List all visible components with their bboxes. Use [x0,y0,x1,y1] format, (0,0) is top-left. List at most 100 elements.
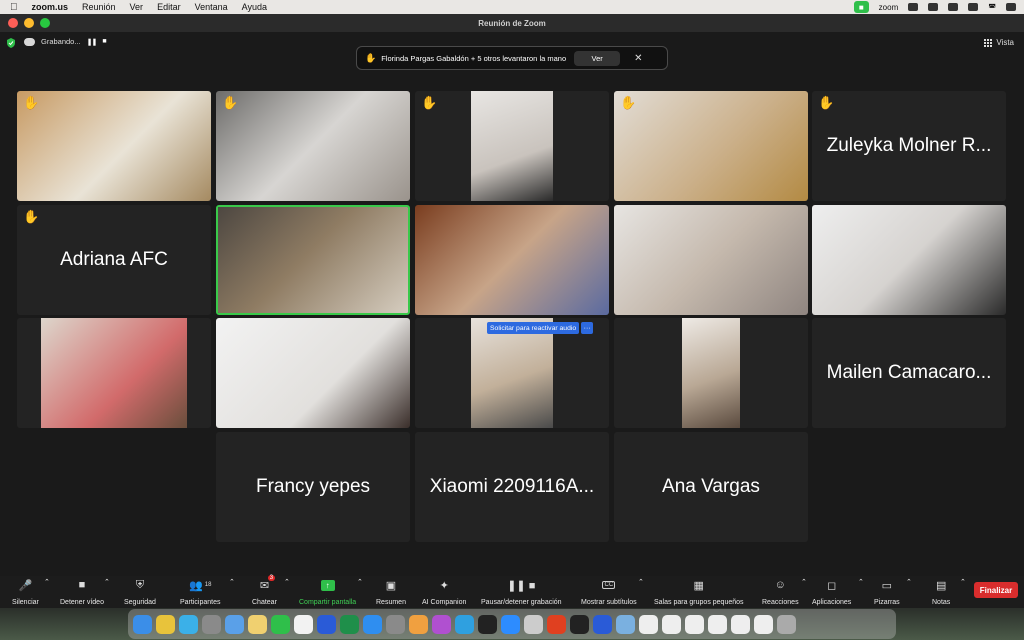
participant-tile[interactable] [415,205,609,315]
docs5-icon[interactable] [731,614,750,634]
docs6-icon[interactable] [754,614,773,634]
menu-ver[interactable]: Ver [130,2,144,12]
close-icon[interactable]: ✕ [634,53,642,64]
status-icon[interactable] [948,3,959,11]
participant-tile[interactable] [614,318,808,428]
podcasts-icon[interactable] [432,614,451,634]
breakout-rooms-button[interactable]: ▦ Salas para grupos pequeños [654,578,744,607]
summary-button[interactable]: ▣ Resumen [376,578,406,607]
participant-tile[interactable]: ✋ [614,91,808,201]
zoom-icon[interactable] [501,614,520,634]
security-shield-icon[interactable] [6,38,16,48]
participant-tile[interactable]: Francy yepes [216,432,410,542]
reactions-chevron-icon[interactable]: ⌃ [801,578,807,586]
more-options-button[interactable]: ··· [581,322,594,334]
safari-icon[interactable] [179,614,198,634]
camera-status-icon[interactable]: ■ [853,1,869,13]
trash-icon[interactable] [777,614,796,634]
settings-icon[interactable] [386,614,405,634]
mail-icon[interactable] [225,614,244,634]
whiteboards-button[interactable]: ▭ Pizarras [874,578,900,607]
launchpad-icon[interactable] [202,614,221,634]
notes-button[interactable]: ▤ Notas [932,578,950,607]
chat-chevron-icon[interactable]: ⌃ [284,578,290,586]
participant-tile[interactable]: Zuleyka Molner R... ✋ [812,91,1006,201]
chat-button[interactable]: ✉ 3 Chatear [252,575,277,606]
captions-chevron-icon[interactable]: ⌃ [638,578,644,586]
reactions-button[interactable]: ☺ Reacciones [762,578,799,606]
finder-icon[interactable] [133,614,152,634]
video-options-chevron-icon[interactable]: ⌃ [104,578,110,586]
participant-tile[interactable]: Ana Vargas [614,432,808,542]
photos-icon[interactable] [409,614,428,634]
calendar-icon[interactable] [294,614,313,634]
docs3-icon[interactable] [685,614,704,634]
notes-icon[interactable] [248,614,267,634]
participants-chevron-icon[interactable]: ⌃ [229,578,235,586]
docs1-icon[interactable] [639,614,658,634]
request-unmute-control[interactable]: Solicitar para reactivar audio ··· [487,322,594,334]
participant-tile[interactable]: ✋ [216,91,410,201]
participant-tile[interactable]: Xiaomi 2209116A... [415,432,609,542]
view-raised-hands-button[interactable]: Ver [574,50,621,66]
participant-tile[interactable]: Mailen Camacaro... [812,318,1006,428]
search-icon[interactable] [524,614,543,634]
preview-icon[interactable] [616,614,635,634]
appstore-icon[interactable] [363,614,382,634]
security-button[interactable]: ⛨ Seguridad [124,578,156,607]
word-blue-icon[interactable] [317,614,336,634]
word-icon[interactable] [593,614,612,634]
share-screen-button[interactable]: ↑ Compartir pantalla [299,578,356,606]
participant-tile[interactable] [812,205,1006,315]
minimize-window-button[interactable] [24,18,34,28]
participant-tile[interactable] [216,318,410,428]
audio-options-chevron-icon[interactable]: ⌃ [44,578,50,586]
zoom-status-label[interactable]: zoom [879,3,899,12]
tv-icon[interactable] [478,614,497,634]
menu-ayuda[interactable]: Ayuda [242,2,267,12]
apps-button[interactable]: ◻ Aplicaciones [812,578,851,607]
ai-companion-button[interactable]: ✦ AI Companion [422,578,466,607]
participant-tile[interactable]: Adriana AFC ✋ [17,205,211,315]
wifi-icon[interactable]: ◚ [988,3,996,12]
menu-ventana[interactable]: Ventana [195,2,228,12]
battery-icon[interactable] [968,3,979,11]
participant-tile[interactable]: ✋ [415,91,609,201]
participant-tile[interactable] [216,205,410,315]
share-chevron-icon[interactable]: ⌃ [357,578,363,586]
stop-recording-icon[interactable]: ■ [102,38,106,45]
maximize-window-button[interactable] [40,18,50,28]
apps-chevron-icon[interactable]: ⌃ [858,578,864,586]
participants-button[interactable]: 👥 18 Participantes [180,578,220,607]
whiteboards-chevron-icon[interactable]: ⌃ [906,578,912,586]
participant-tile[interactable] [614,205,808,315]
docs2-icon[interactable] [662,614,681,634]
recording-indicator[interactable]: Grabando... ❚❚ ■ [24,37,107,46]
telegram-icon[interactable] [455,614,474,634]
capcut-icon[interactable] [570,614,589,634]
notes-chevron-icon[interactable]: ⌃ [960,578,966,586]
apple-menu-icon[interactable]:  [10,2,18,13]
chrome-icon[interactable] [156,614,175,634]
office-icon[interactable] [547,614,566,634]
pause-recording-icon[interactable]: ❚❚ [87,38,98,46]
view-button[interactable]: Vista [984,38,1014,47]
mute-button[interactable]: 🎤 Silenciar [12,578,39,607]
end-meeting-button[interactable]: Finalizar [974,582,1018,598]
stop-video-button[interactable]: ■ Detener vídeo [60,578,104,606]
status-icon[interactable] [908,3,919,11]
pause-stop-recording-button[interactable]: ❚❚ ■ Pausar/detener grabación [481,578,562,607]
whatsapp-icon[interactable] [271,614,290,634]
menu-editar[interactable]: Editar [157,2,181,12]
participant-tile[interactable]: ✋ [17,91,211,201]
status-icon[interactable] [928,3,939,11]
docs4-icon[interactable] [708,614,727,634]
captions-button[interactable]: CC Mostrar subtítulos [581,578,637,606]
request-unmute-button[interactable]: Solicitar para reactivar audio [487,322,580,334]
app-menu[interactable]: zoom.us [32,2,69,12]
menu-reunion[interactable]: Reunión [82,2,116,12]
close-window-button[interactable] [8,18,18,28]
control-center-icon[interactable] [1006,3,1016,11]
participant-tile[interactable] [17,318,211,428]
participant-tile[interactable] [415,318,609,428]
